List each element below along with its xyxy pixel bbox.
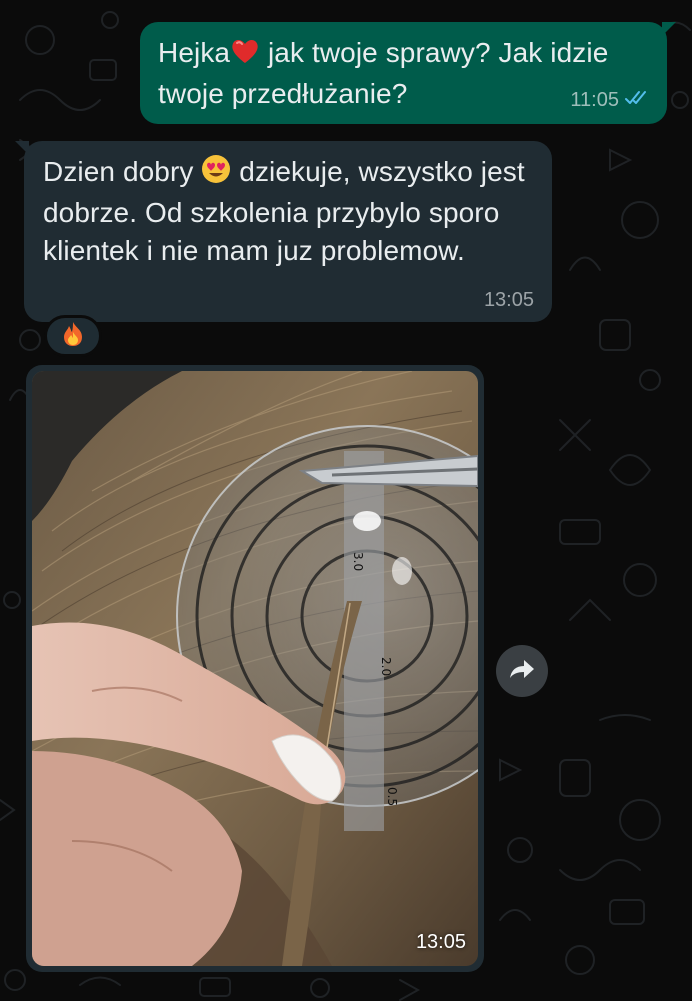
bubble-tail <box>15 141 29 155</box>
bubble-tail <box>662 22 676 36</box>
message-meta: 13:05 <box>484 289 534 312</box>
fire-emoji-icon <box>62 321 84 352</box>
message-time: 13:05 <box>483 289 534 311</box>
red-heart-emoji-icon <box>230 37 260 75</box>
svg-text:0.5: 0.5 <box>385 787 399 806</box>
heart-eyes-face-emoji-icon <box>201 154 231 194</box>
incoming-message-text: Dzien dobry dziekuje, wszystko jest dobr… <box>43 153 534 270</box>
outgoing-message[interactable]: Hejka jak twoje sprawy? Jak idzie twoje … <box>140 22 676 124</box>
image-message[interactable]: 3.0 2.0 0.5 13:05 <box>26 365 484 972</box>
hair-extension-photo[interactable]: 3.0 2.0 0.5 <box>32 371 478 966</box>
svg-text:3.0: 3.0 <box>351 552 365 571</box>
double-check-read-icon <box>625 89 651 112</box>
message-reaction[interactable] <box>44 315 102 357</box>
svg-text:2.0: 2.0 <box>379 657 393 676</box>
message-text-part: Hejka <box>158 37 231 68</box>
message-time: 11:05 <box>570 89 619 111</box>
incoming-message[interactable]: Dzien dobry dziekuje, wszystko jest dobr… <box>15 141 552 322</box>
image-time: 13:05 <box>415 931 466 953</box>
message-meta: 11:05 <box>570 89 651 112</box>
message-text-part: Dzien dobry <box>43 156 202 187</box>
forward-arrow-icon <box>509 658 535 685</box>
forward-button[interactable] <box>496 645 548 697</box>
